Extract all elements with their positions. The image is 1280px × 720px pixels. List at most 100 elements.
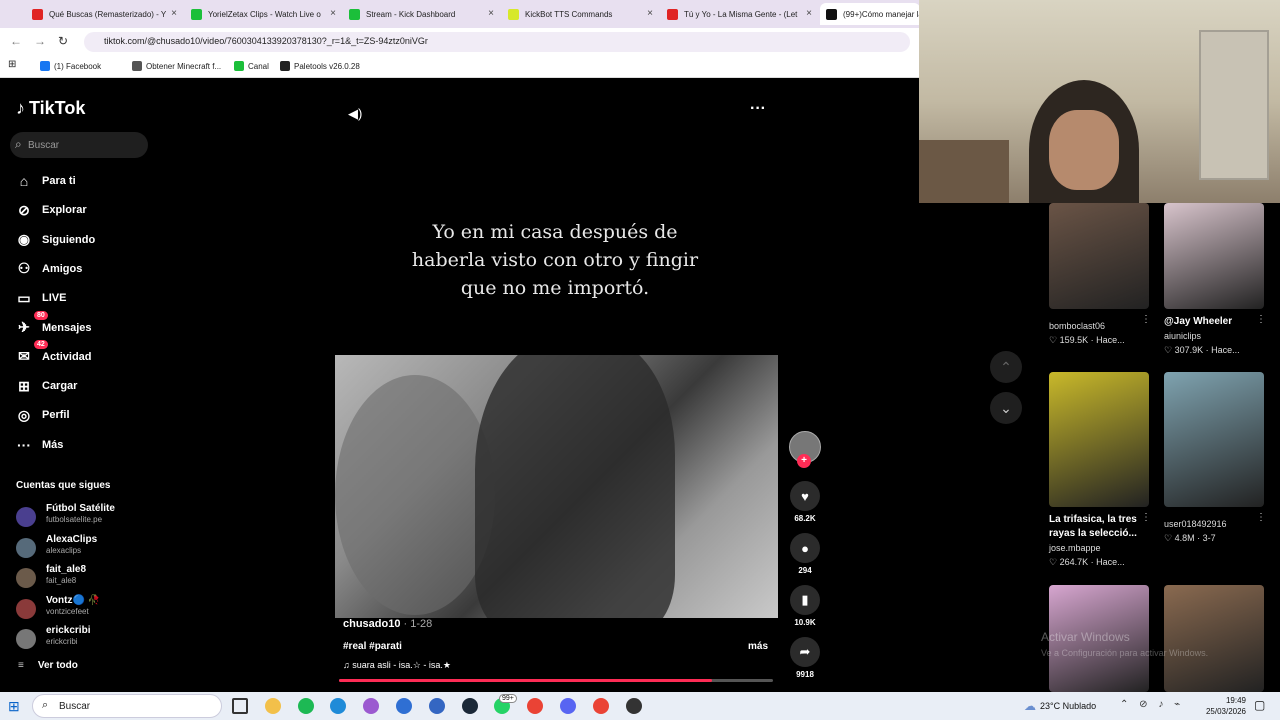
recommended-video-title[interactable]: La trifasica, la tres rayas la selecció.… [1049,513,1149,541]
tab-close-icon[interactable]: × [806,8,812,19]
share-button[interactable]: ➦ 9918 [790,637,820,679]
bookmark-item[interactable]: (1) Facebook [40,61,101,71]
browser-tab[interactable]: Tú y Yo - La Misma Gente - (Let × [661,3,816,25]
previous-video-button[interactable]: ⌃ [990,351,1022,383]
following-account[interactable]: Fútbol Satélite futbolsatelite.pe [16,503,156,529]
weather-widget[interactable]: ☁ 23°C Nublado [1024,699,1096,713]
music-track[interactable]: ♫ suara asli - isa.☆ - isa.★ [343,660,451,671]
recommended-video-user[interactable]: aiuniclips [1164,331,1201,341]
recommended-video-user[interactable]: user018492916 [1164,519,1227,529]
recommended-video-stats: ♡ 264.7K · Hace... [1049,557,1125,568]
nav-item-amigos[interactable]: ⚇ Amigos [14,258,154,280]
video-player[interactable] [335,355,778,618]
tiktok-logo[interactable]: ♪ TikTok [16,98,85,119]
logo-text: TikTok [29,98,86,118]
recommended-more-icon[interactable]: ⋮ [1256,314,1266,325]
nav-item-explorar[interactable]: ⊘ Explorar [14,199,154,221]
account-avatar [16,507,36,527]
following-account[interactable]: Vontz🔵 🥀 vontzicefeet [16,595,156,621]
volume-icon[interactable]: ◀) [348,106,362,122]
nav-item-actividad[interactable]: ✉ 42 Actividad [14,339,154,368]
following-account[interactable]: fait_ale8 fait_ale8 [16,564,156,590]
copilot-icon[interactable] [363,698,380,714]
video-progress-bar[interactable] [339,679,773,682]
comment-button[interactable]: ● 294 [790,533,820,575]
task-view-icon[interactable] [232,698,248,714]
forward-icon[interactable]: → [34,34,46,48]
recommended-video-stats: ♡ 4.8M · 3-7 [1164,533,1216,544]
nav-item-mensajes[interactable]: ✈ 80 Mensajes [14,310,154,339]
recommended-time: Hace... [1096,335,1125,345]
nav-item-label: Perfil [42,409,70,422]
recommended-video-user[interactable]: bomboclast06 [1049,321,1105,331]
recommended-video-thumbnail[interactable] [1049,203,1149,309]
recommended-more-icon[interactable]: ⋮ [1141,314,1151,325]
recommended-video-stats: ♡ 159.5K · Hace... [1049,335,1125,346]
url-field[interactable]: tiktok.com/@chusado10/video/760030413392… [84,32,910,52]
save-button[interactable]: ▮ 10.9K [790,585,820,627]
nav-item-siguiendo[interactable]: ◉ Siguiendo [14,229,154,251]
discord-icon[interactable] [560,698,576,714]
following-account[interactable]: AlexaClips alexaclips [16,534,156,560]
windows-start-icon[interactable]: ⊞ [8,698,20,715]
edge-icon[interactable] [330,698,347,714]
browser-tab[interactable]: Qué Buscas (Remasterizado) - Y × [26,3,181,25]
obs-icon[interactable] [625,698,642,714]
account-handle: vontzicefeet [46,606,89,616]
store-icon[interactable] [428,698,445,714]
recommended-video-user[interactable]: jose.mbappe [1049,543,1101,553]
outlook-icon[interactable] [396,698,412,714]
browser-tab[interactable]: KickBot TTS Commands × [502,3,657,25]
bookmark-item[interactable]: Obtener Minecraft f... [132,61,221,71]
bookmark-item[interactable]: Canal [234,61,269,71]
recommended-video-thumbnail[interactable] [1049,372,1149,507]
reload-icon[interactable]: ↻ [58,34,68,48]
apps-grid-icon[interactable]: ⊞ [8,59,16,70]
notifications-icon[interactable]: ▢ [1254,698,1265,712]
more-text-button[interactable]: más [748,641,768,652]
taskbar-clock[interactable]: 19:49 25/03/2026 [1200,695,1246,717]
save-count: 10.9K [794,618,816,627]
tab-close-icon[interactable]: × [171,8,177,19]
system-tray[interactable]: ⌃ ⊘ ♪ ⌁ [1120,699,1184,710]
tab-close-icon[interactable]: × [488,8,494,19]
bookmark-item[interactable]: Paletools v26.0.28 [280,61,360,71]
nav-item-cargar[interactable]: ⊞ Cargar [14,375,154,397]
tiktok-sidebar: ♪ TikTok ⌕ Buscar ⌂ Para ti ⊘ Explorar ◉ Sigu… [0,80,160,692]
recommended-more-icon[interactable]: ⋮ [1256,512,1266,523]
video-tags[interactable]: #real #parati [343,641,402,652]
taskbar-search[interactable]: ⌕ Buscar [32,694,222,718]
nav-item-perfil[interactable]: ◎ Perfil [14,404,154,426]
video-author[interactable]: chusado10 · 1-28 [343,618,432,630]
following-account[interactable]: erickcribi erickcribi [16,625,156,651]
steam-icon[interactable] [461,698,478,714]
separator: · [1088,557,1097,567]
browser-tab[interactable]: Stream - Kick Dashboard × [343,3,498,25]
chrome-active-icon[interactable] [592,698,609,714]
account-avatar [16,568,36,588]
follow-plus-button[interactable]: + [797,454,811,468]
file-explorer-icon[interactable] [264,698,281,714]
recommended-video-thumbnail[interactable] [1164,585,1264,692]
more-options-icon[interactable]: ··· [750,100,766,118]
tab-close-icon[interactable]: × [330,8,336,19]
tab-close-icon[interactable]: × [647,8,653,19]
browser-tab[interactable]: (99+)Cómo manejar la [820,3,920,25]
browser-tab[interactable]: YorielZetax Clips - Watch Live o × [185,3,340,25]
spotify-icon[interactable] [297,698,314,714]
nav-item-más[interactable]: ··· Más [14,434,154,456]
back-icon[interactable]: ← [10,34,22,48]
chrome-icon[interactable] [527,698,544,714]
upload-icon: ⊞ [18,377,30,394]
recommended-more-icon[interactable]: ⋮ [1141,512,1151,523]
search-input[interactable]: ⌕ Buscar [10,132,148,158]
see-all-link[interactable]: ≡ Ver todo [18,660,78,671]
recommended-video-thumbnail[interactable] [1164,372,1264,507]
nav-item-live[interactable]: ▭ LIVE [14,287,154,309]
like-button[interactable]: ♥ 68.2K [790,481,820,523]
nav-item-para-ti[interactable]: ⌂ Para ti [14,170,154,192]
next-video-button[interactable]: ⌄ [990,392,1022,424]
recommended-video-thumbnail[interactable] [1164,203,1264,309]
webcam-overlay [919,0,1280,203]
recommended-video-title[interactable]: @Jay Wheeler [1164,315,1264,329]
